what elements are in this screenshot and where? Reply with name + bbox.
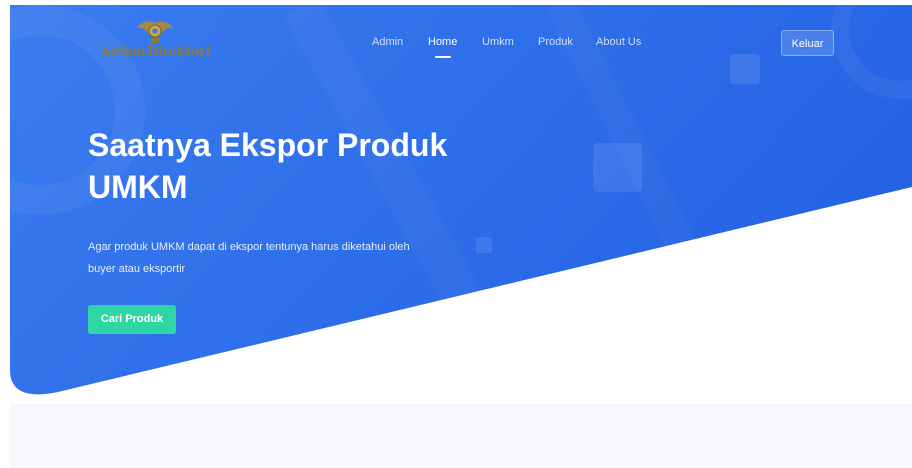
hero-subtitle: Agar produk UMKM dapat di ekspor tentuny… <box>88 236 468 280</box>
nav-item-produk[interactable]: Produk <box>538 36 573 48</box>
hero-title-line-2: UMKM <box>88 169 188 205</box>
nav-item-admin[interactable]: Admin <box>372 36 403 48</box>
landing-page: ArthurDirektori Admin Home Umkm Produk A… <box>0 0 912 468</box>
decor-square-large <box>593 143 642 192</box>
nav-menu: Admin Home Umkm Produk About Us <box>0 36 912 66</box>
logout-button[interactable]: Keluar <box>781 30 834 56</box>
search-products-button[interactable]: Cari Produk <box>88 305 176 334</box>
section-strip <box>10 404 912 468</box>
hero-subtitle-line-1: Agar produk UMKM dapat di ekspor tentuny… <box>88 241 410 253</box>
hero-title: Saatnya Ekspor Produk UMKM <box>88 124 508 208</box>
nav-item-umkm[interactable]: Umkm <box>482 36 514 48</box>
nav-item-home[interactable]: Home <box>428 36 457 58</box>
decor-square-small <box>476 237 492 253</box>
nav-item-about-us[interactable]: About Us <box>596 36 641 48</box>
top-navbar: ArthurDirektori Admin Home Umkm Produk A… <box>0 0 912 90</box>
hero-title-line-1: Saatnya Ekspor Produk <box>88 127 448 163</box>
hero-subtitle-line-2: buyer atau eksportir <box>88 263 186 275</box>
